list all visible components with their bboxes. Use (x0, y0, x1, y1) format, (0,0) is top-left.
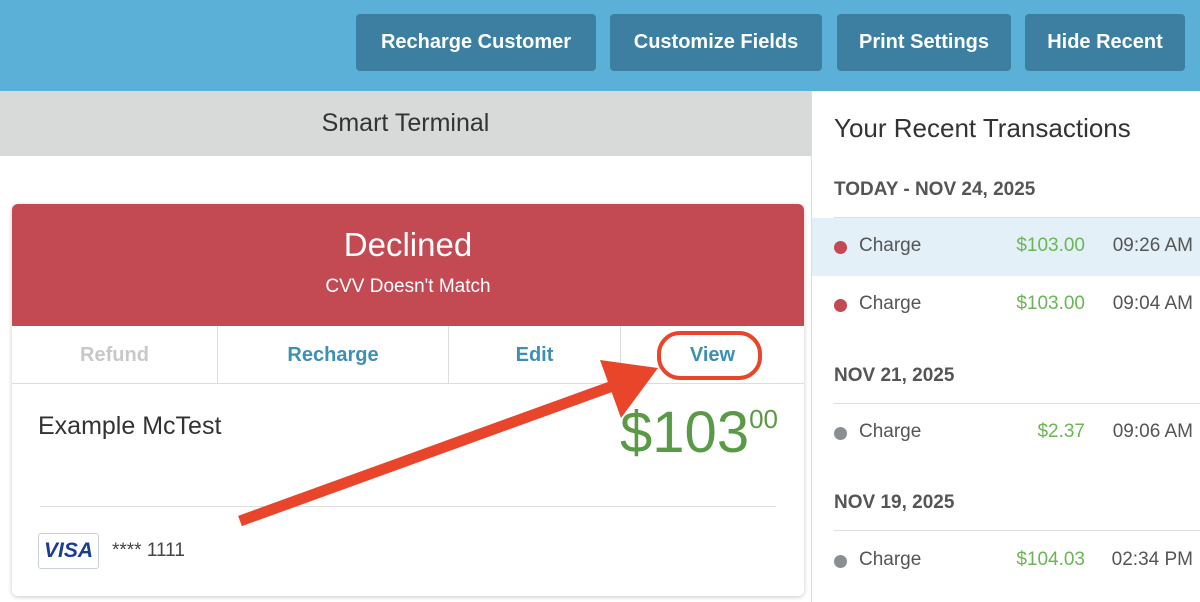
edit-button[interactable]: Edit (449, 326, 621, 384)
top-toolbar: Recharge Customer Customize Fields Print… (0, 0, 1200, 91)
recharge-button[interactable]: Recharge (218, 326, 449, 384)
date-divider (834, 530, 1200, 531)
customer-name: Example McTest (38, 412, 222, 440)
status-dot-icon (834, 555, 847, 568)
transaction-time: 09:26 AM (1112, 235, 1193, 256)
transaction-amount: $103.00 (1016, 293, 1085, 314)
transaction-time: 09:04 AM (1112, 293, 1193, 314)
transaction-row[interactable]: Charge $2.37 09:06 AM (812, 404, 1200, 462)
transaction-type: Charge (859, 421, 922, 442)
transaction-time: 09:06 AM (1112, 421, 1193, 442)
recharge-customer-button[interactable]: Recharge Customer (356, 14, 596, 71)
transaction-amount: $103.00 (1016, 235, 1085, 256)
declined-banner: Declined CVV Doesn't Match (12, 204, 804, 326)
transaction-row[interactable]: Charge $104.03 02:34 PM (812, 532, 1200, 590)
date-heading: NOV 19, 2025 (834, 492, 955, 513)
terminal-panel: Smart Terminal Declined CVV Doesn't Matc… (0, 91, 811, 602)
amount-cents: 00 (749, 404, 778, 434)
status-dot-icon (834, 427, 847, 440)
hide-recent-button[interactable]: Hide Recent (1025, 14, 1185, 71)
transaction-amount: $104.03 (1016, 549, 1085, 570)
visa-logo-icon: VISA (38, 533, 99, 569)
card-divider (40, 506, 776, 507)
transaction-type: Charge (859, 293, 922, 314)
transaction-type: Charge (859, 235, 922, 256)
status-title: Declined (343, 226, 473, 263)
recent-transactions-panel: Your Recent Transactions TODAY - NOV 24,… (811, 91, 1200, 602)
card-number-masked: **** 1111 (112, 540, 185, 561)
transaction-amount: $2.37 (1037, 421, 1085, 442)
decline-reason: CVV Doesn't Match (325, 276, 491, 297)
view-button[interactable]: View (621, 326, 804, 384)
customize-fields-button[interactable]: Customize Fields (610, 14, 822, 71)
card-actions: Refund Recharge Edit View (12, 326, 804, 384)
print-settings-button[interactable]: Print Settings (837, 14, 1011, 71)
transaction-type: Charge (859, 549, 922, 570)
terminal-title: Smart Terminal (0, 91, 811, 156)
transaction-time: 02:34 PM (1111, 549, 1193, 570)
amount-dollars: $103 (620, 400, 750, 465)
transaction-card: Declined CVV Doesn't Match Refund Rechar… (12, 204, 804, 596)
date-heading: TODAY - NOV 24, 2025 (834, 179, 1036, 200)
refund-button[interactable]: Refund (12, 326, 218, 384)
status-dot-icon (834, 241, 847, 254)
transaction-row[interactable]: Charge $103.00 09:26 AM (812, 218, 1200, 276)
transaction-amount: $10300 (620, 404, 778, 462)
transaction-row[interactable]: Charge $103.00 09:04 AM (812, 276, 1200, 334)
recent-transactions-title: Your Recent Transactions (834, 113, 1131, 143)
status-dot-icon (834, 299, 847, 312)
date-heading: NOV 21, 2025 (834, 365, 955, 386)
